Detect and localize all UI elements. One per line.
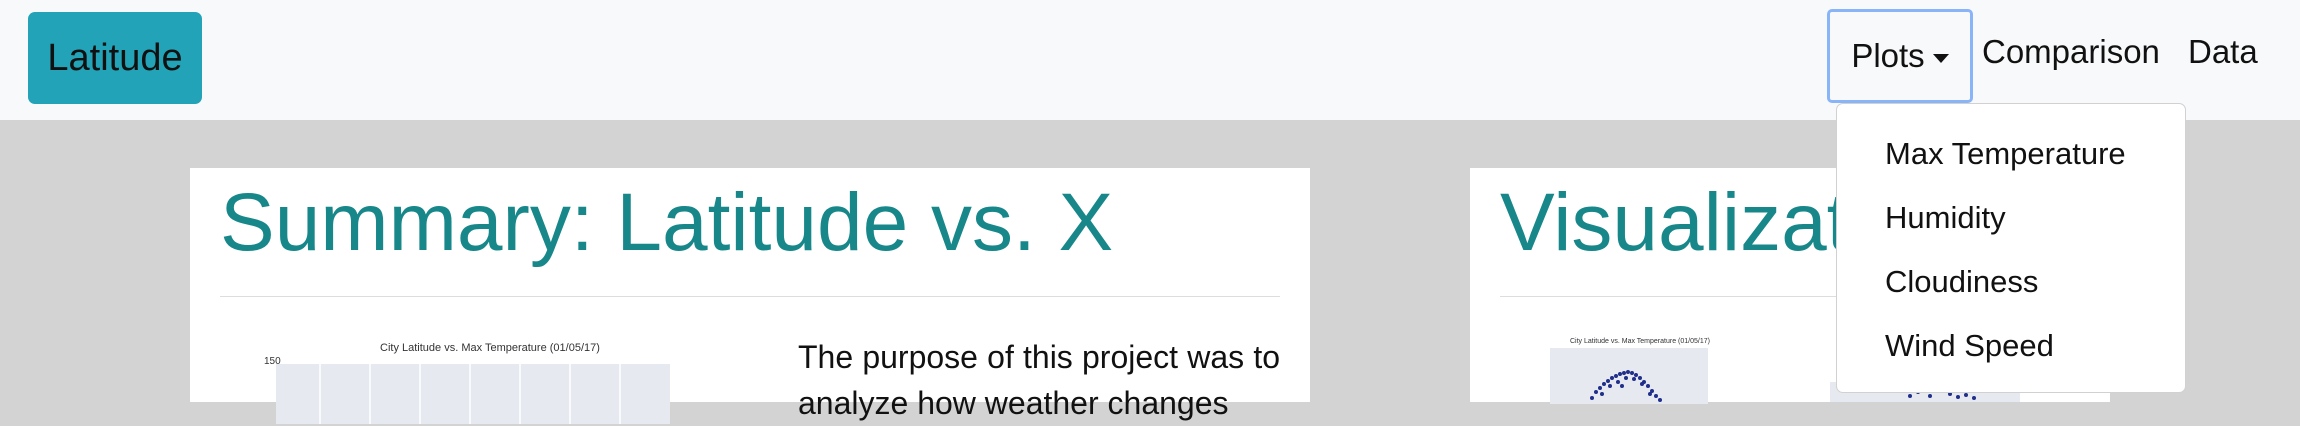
- divider: [220, 296, 1280, 297]
- viz-thumbnail-max-temperature[interactable]: City Latitude vs. Max Temperature (01/05…: [1530, 338, 1760, 404]
- dropdown-item-cloudiness[interactable]: Cloudiness: [1885, 264, 2038, 300]
- comparison-link[interactable]: Comparison: [1982, 33, 2160, 71]
- dropdown-item-max-temperature[interactable]: Max Temperature: [1885, 136, 2126, 172]
- summary-paragraph: The purpose of this project was to analy…: [798, 339, 1280, 421]
- dropdown-item-humidity[interactable]: Humidity: [1885, 200, 2006, 236]
- caret-down-icon: [1932, 53, 1949, 63]
- plots-dropdown-menu: Max Temperature Humidity Cloudiness Wind…: [1836, 103, 2186, 393]
- summary-plot-thumbnail[interactable]: City Latitude vs. Max Temperature (01/05…: [260, 342, 690, 424]
- summary-panel: Summary: Latitude vs. X City Latitude vs…: [190, 168, 1310, 424]
- viz-thumb-title: City Latitude vs. Max Temperature (01/05…: [1570, 338, 1710, 345]
- brand-link[interactable]: Latitude: [28, 12, 202, 104]
- navbar: Latitude Plots Comparison Data: [0, 0, 2300, 120]
- thumb-plot-area: [276, 364, 670, 424]
- data-link[interactable]: Data: [2188, 33, 2258, 71]
- viz-scatter-thumb: [1550, 348, 1708, 404]
- thumb-plot-title: City Latitude vs. Max Temperature (01/05…: [380, 342, 600, 354]
- summary-title: Summary: Latitude vs. X: [220, 177, 1114, 268]
- dropdown-item-wind-speed[interactable]: Wind Speed: [1885, 328, 2054, 364]
- plots-dropdown-toggle[interactable]: Plots: [1827, 9, 1973, 103]
- plots-label: Plots: [1851, 37, 1925, 74]
